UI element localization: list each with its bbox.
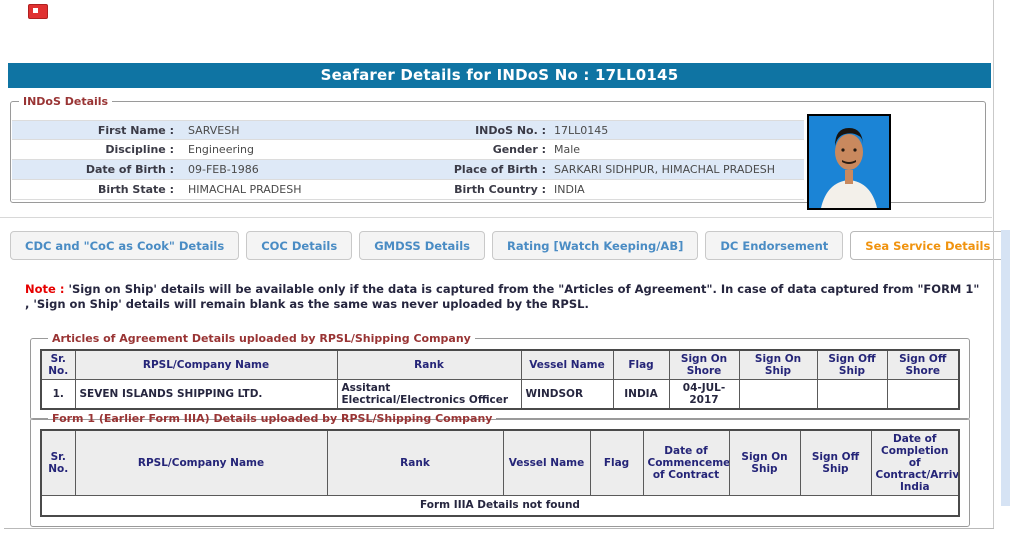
tab-strip: CDC and "CoC as Cook" Details COC Detail… xyxy=(10,231,1010,260)
col-sign-off-ship: Sign Off Ship xyxy=(816,349,888,380)
birth-country-label: Birth Country : xyxy=(454,183,546,196)
cell-sign-off-ship xyxy=(816,379,888,410)
articles-header-row: Sr. No. RPSL/Company Name Rank Vessel Na… xyxy=(40,349,960,380)
detail-row: Discipline : Engineering Gender : Male xyxy=(12,140,804,160)
page-right-border xyxy=(993,0,994,529)
cell-vessel-name: WINDSOR xyxy=(520,379,614,410)
col-date-of-commencement: Date of Commencement of Contract xyxy=(642,429,730,496)
discipline-label: Discipline : xyxy=(105,143,174,156)
cell-sign-on-ship xyxy=(738,379,818,410)
indos-details-rows: First Name : SARVESH INDoS No. : 17LL014… xyxy=(12,120,804,200)
detail-row: Date of Birth : 09-FEB-1986 Place of Bir… xyxy=(12,160,804,180)
indos-details-legend: INDoS Details xyxy=(23,95,109,108)
gender-label: Gender : xyxy=(492,143,546,156)
cell-rank: Assitant Electrical/Electronics Officer xyxy=(336,379,522,410)
detail-row: Birth State : HIMACHAL PRADESH Birth Cou… xyxy=(12,180,804,200)
col-sign-off-ship: Sign Off Ship xyxy=(799,429,872,496)
first-name-label: First Name : xyxy=(97,124,174,137)
col-rpsl-company: RPSL/Company Name xyxy=(74,349,338,380)
divider xyxy=(0,217,992,218)
discipline-value: Engineering xyxy=(188,143,254,156)
form1-not-found-message: Form IIIA Details not found xyxy=(40,495,960,516)
form1-empty-row: Form IIIA Details not found xyxy=(40,495,960,516)
form1-fieldset: Form 1 (Earlier Form IIIA) Details uploa… xyxy=(30,412,970,527)
tab-gmdss-details[interactable]: GMDSS Details xyxy=(359,231,486,260)
first-name-value: SARVESH xyxy=(188,124,240,137)
tab-rating-watch-keeping[interactable]: Rating [Watch Keeping/AB] xyxy=(492,231,699,260)
form1-legend: Form 1 (Earlier Form IIIA) Details uploa… xyxy=(52,412,493,425)
col-vessel-name: Vessel Name xyxy=(502,429,591,496)
col-sr-no: Sr. No. xyxy=(40,429,76,496)
seafarer-photo xyxy=(807,114,891,210)
articles-table: Sr. No. RPSL/Company Name Rank Vessel Na… xyxy=(40,349,960,410)
cell-sr-no: 1. xyxy=(40,379,76,410)
col-date-of-completion: Date of Completion of Contract/Arriving … xyxy=(870,429,960,496)
col-vessel-name: Vessel Name xyxy=(520,349,614,380)
col-flag: Flag xyxy=(589,429,644,496)
detail-row: First Name : SARVESH INDoS No. : 17LL014… xyxy=(12,120,804,140)
col-sign-on-ship: Sign On Ship xyxy=(738,349,818,380)
date-of-birth-value: 09-FEB-1986 xyxy=(188,163,259,176)
cell-flag: INDIA xyxy=(612,379,670,410)
tab-cdc-coc-as-cook[interactable]: CDC and "CoC as Cook" Details xyxy=(10,231,240,260)
articles-data-row: 1. SEVEN ISLANDS SHIPPING LTD. Assitant … xyxy=(40,379,960,410)
note-text: 'Sign on Ship' details will be available… xyxy=(25,282,980,311)
indos-details-fieldset: INDoS Details First Name : SARVESH INDoS… xyxy=(10,95,986,210)
place-of-birth-value: SARKARI SIDHPUR, HIMACHAL PRADESH xyxy=(554,163,776,176)
scrollbar[interactable] xyxy=(1001,230,1010,506)
tab-dc-endorsement[interactable]: DC Endorsement xyxy=(705,231,844,260)
form1-header-row: Sr. No. RPSL/Company Name Rank Vessel Na… xyxy=(40,429,960,496)
place-of-birth-label: Place of Birth : xyxy=(453,163,546,176)
birth-state-value: HIMACHAL PRADESH xyxy=(188,183,302,196)
broken-image-icon xyxy=(28,4,48,19)
cell-rpsl-company: SEVEN ISLANDS SHIPPING LTD. xyxy=(74,379,338,410)
col-sign-on-shore: Sign On Shore xyxy=(668,349,740,380)
sign-on-ship-note: Note : 'Sign on Ship' details will be av… xyxy=(25,282,985,312)
seafarer-details-page: Seafarer Details for INDoS No : 17LL0145… xyxy=(0,0,1010,533)
gender-value: Male xyxy=(554,143,581,156)
col-rank: Rank xyxy=(326,429,504,496)
col-sr-no: Sr. No. xyxy=(40,349,76,380)
cell-sign-off-shore xyxy=(886,379,960,410)
note-prefix: Note : xyxy=(25,282,65,296)
articles-of-agreement-fieldset: Articles of Agreement Details uploaded b… xyxy=(30,332,970,420)
col-flag: Flag xyxy=(612,349,670,380)
col-sign-on-ship: Sign On Ship xyxy=(728,429,801,496)
articles-legend: Articles of Agreement Details uploaded b… xyxy=(52,332,471,345)
birth-country-value: INDIA xyxy=(554,183,585,196)
page-bottom-border xyxy=(4,528,994,529)
birth-state-label: Birth State : xyxy=(97,183,174,196)
indos-no-value: 17LL0145 xyxy=(554,124,609,137)
page-title: Seafarer Details for INDoS No : 17LL0145 xyxy=(8,63,991,88)
tab-coc-details[interactable]: COC Details xyxy=(246,231,353,260)
col-sign-off-shore: Sign Off Shore xyxy=(886,349,960,380)
form1-table: Sr. No. RPSL/Company Name Rank Vessel Na… xyxy=(40,429,960,517)
indos-no-label: INDoS No. : xyxy=(475,124,546,137)
cell-sign-on-shore: 04-JUL-2017 xyxy=(668,379,740,410)
col-rank: Rank xyxy=(336,349,522,380)
date-of-birth-label: Date of Birth : xyxy=(85,163,174,176)
tab-sea-service-details[interactable]: Sea Service Details xyxy=(850,231,1006,260)
col-rpsl-company: RPSL/Company Name xyxy=(74,429,328,496)
